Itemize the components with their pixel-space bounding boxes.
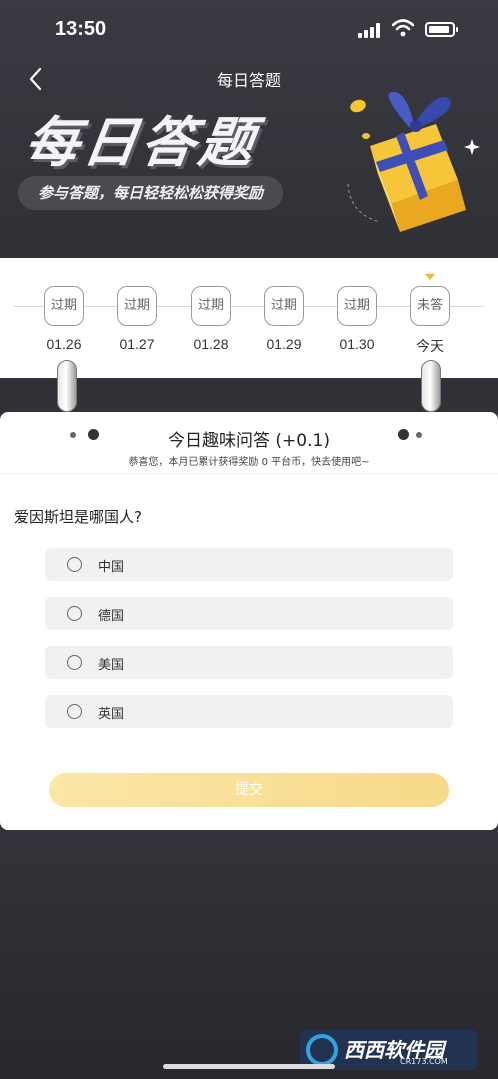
radio-icon[interactable] — [67, 557, 82, 572]
app-screen: 13:50 每日答题 每日答题 参与答题，每日轻轻松松获得奖励 过期 01.26… — [0, 0, 498, 1079]
decor-dot — [398, 429, 409, 440]
quiz-question: 爱因斯坦是哪国人? — [14, 508, 142, 526]
option-label: 德国 — [98, 609, 125, 624]
date-status-chip: 过期 — [191, 286, 231, 326]
home-indicator[interactable] — [163, 1064, 335, 1069]
date-status-chip: 过期 — [337, 286, 377, 326]
binder-ring-right — [421, 360, 441, 412]
radio-icon[interactable] — [67, 606, 82, 621]
date-label: 01.28 — [193, 336, 229, 352]
date-item[interactable]: 过期 01.28 — [181, 286, 241, 352]
radio-icon[interactable] — [67, 655, 82, 670]
answer-option[interactable]: 英国 — [45, 695, 453, 728]
date-item[interactable]: 过期 01.29 — [254, 286, 314, 352]
binder-ring-left — [57, 360, 77, 412]
banner-title: 每日答题 — [20, 111, 262, 174]
date-status-chip: 过期 — [44, 286, 84, 326]
signal-icon — [358, 22, 384, 38]
watermark-subtext: CR173.COM — [400, 1057, 448, 1066]
wifi-icon — [392, 19, 414, 37]
date-item[interactable]: 过期 01.26 — [34, 286, 94, 352]
date-label: 01.27 — [119, 336, 155, 352]
radio-icon[interactable] — [67, 704, 82, 719]
submit-button[interactable]: 提交 — [49, 773, 449, 807]
date-status-chip: 未答 — [410, 286, 450, 326]
date-label: 今天 — [416, 338, 444, 354]
date-status-chip: 过期 — [264, 286, 304, 326]
quiz-card: 今日趣味问答 (+0.1) 恭喜您，本月已累计获得奖励 0 平台币，快去使用吧~… — [0, 412, 498, 830]
date-item[interactable]: 过期 01.27 — [107, 286, 167, 352]
watermark-logo-icon — [306, 1034, 338, 1066]
banner-subtitle: 参与答题，每日轻轻松松获得奖励 — [18, 176, 284, 210]
decor-dot — [416, 432, 422, 438]
status-time: 13:50 — [55, 18, 107, 40]
quiz-subtitle: 恭喜您，本月已累计获得奖励 0 平台币，快去使用吧~ — [128, 457, 370, 468]
quiz-title: 今日趣味问答 (+0.1) — [168, 431, 330, 451]
option-label: 中国 — [98, 560, 125, 575]
date-item[interactable]: 过期 01.30 — [327, 286, 387, 352]
answer-option[interactable]: 德国 — [45, 597, 453, 630]
battery-icon — [425, 22, 458, 37]
today-marker-icon — [425, 274, 435, 280]
option-label: 英国 — [98, 707, 125, 722]
gift-icon — [347, 91, 480, 232]
quiz-header: 今日趣味问答 (+0.1) 恭喜您，本月已累计获得奖励 0 平台币，快去使用吧~ — [0, 412, 498, 474]
date-label: 01.29 — [266, 336, 302, 352]
option-label: 美国 — [98, 658, 125, 673]
date-selector: 过期 01.26 过期 01.27 过期 01.28 过期 01.29 过期 0… — [0, 258, 498, 378]
answer-option[interactable]: 美国 — [45, 646, 453, 679]
date-status-chip: 过期 — [117, 286, 157, 326]
date-label: 01.30 — [339, 336, 375, 352]
date-item-today[interactable]: 未答 今天 — [400, 274, 460, 356]
answer-option[interactable]: 中国 — [45, 548, 453, 581]
date-label: 01.26 — [46, 336, 82, 352]
status-bar: 13:50 — [0, 0, 498, 58]
